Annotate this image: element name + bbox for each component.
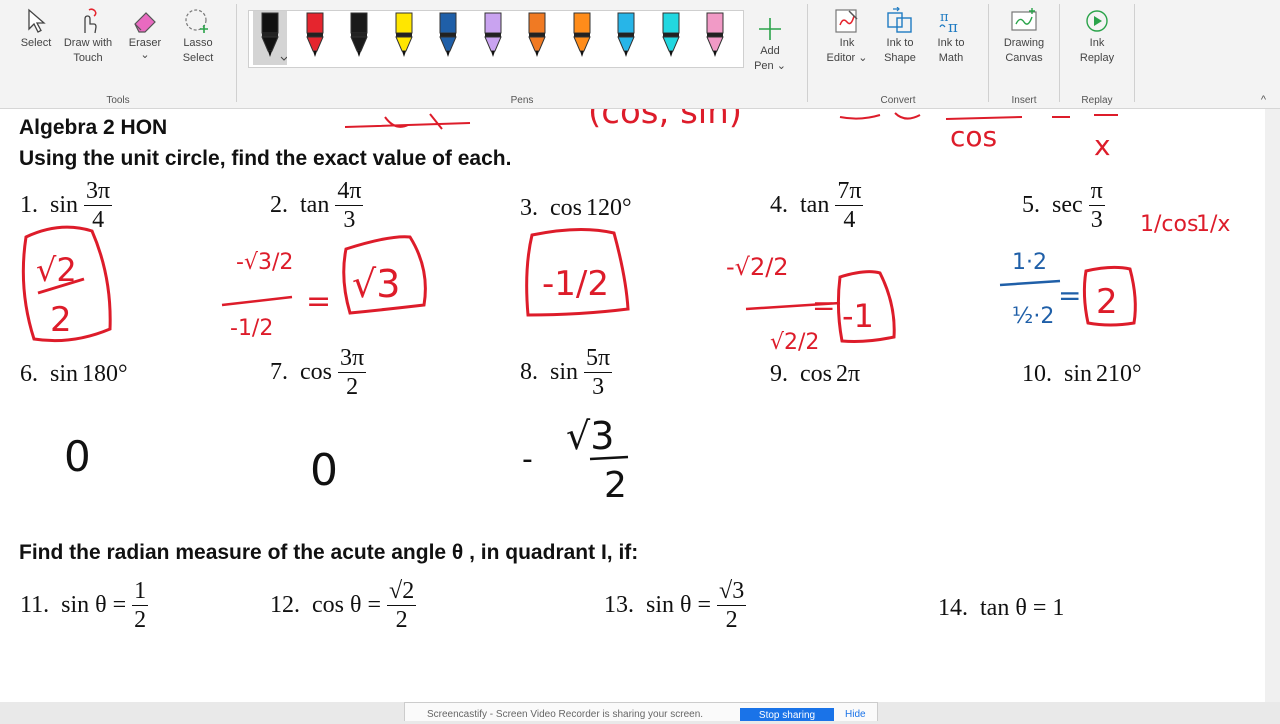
pen-icon xyxy=(394,12,413,57)
drawing-canvas-icon xyxy=(1011,8,1037,31)
pen-6-button[interactable] xyxy=(476,11,510,65)
lasso-icon xyxy=(185,9,208,33)
eraser-dropdown-caret[interactable]: ⌄ xyxy=(119,50,171,61)
stop-sharing-button[interactable]: Stop sharing xyxy=(740,708,834,721)
cursor-icon xyxy=(28,8,46,33)
eraser-icon xyxy=(134,12,156,33)
pen-icon xyxy=(305,12,324,57)
eraser-button[interactable]: Eraser ⌄ xyxy=(119,6,171,61)
pen-9-button[interactable] xyxy=(609,11,643,65)
hide-button[interactable]: Hide xyxy=(845,709,866,720)
pens-group-label: Pens xyxy=(510,95,534,106)
ink-replay-button[interactable]: Ink Replay xyxy=(1071,6,1123,66)
convert-group-label: Convert xyxy=(880,95,916,106)
answer-2-work-top: -√3/2 xyxy=(236,250,293,275)
insert-group-label: Insert xyxy=(1011,95,1037,106)
answer-5-work-top: 1·2 xyxy=(1012,250,1047,275)
answer-4-equals: = xyxy=(812,289,835,322)
ink-top-x: x xyxy=(1094,129,1111,162)
ink-layer[interactable]: (cos, sin) cos x √2 2 -√3/2 -1/2 = √3 -1… xyxy=(0,109,1265,702)
answer-5-equals: = xyxy=(1058,279,1081,312)
answer-1-denominator: 2 xyxy=(50,300,72,340)
answer-5-note-2: 1/x xyxy=(1196,212,1230,237)
answer-5-work-bottom: ½·2 xyxy=(1012,304,1054,329)
answer-8-denominator: 2 xyxy=(604,465,627,506)
pen-5-button[interactable] xyxy=(431,11,465,65)
answer-8-numerator: √3 xyxy=(566,414,614,458)
answer-5-value: 2 xyxy=(1096,282,1118,322)
plus-icon xyxy=(759,18,781,40)
add-pen-button[interactable]: Add Pen ⌄ xyxy=(744,14,796,74)
pen-icon xyxy=(617,12,635,57)
answer-2-equals: = xyxy=(306,284,331,319)
answer-2-value: √3 xyxy=(352,262,400,306)
pen-7-button[interactable] xyxy=(520,11,554,65)
drawing-canvas-button[interactable]: Drawing Canvas xyxy=(995,6,1053,66)
document-canvas[interactable]: Algebra 2 HON Using the unit circle, fin… xyxy=(0,109,1265,702)
pen-4-button[interactable] xyxy=(387,11,421,65)
pen-icon xyxy=(528,12,546,57)
pen-icon xyxy=(483,12,502,57)
tools-group: Select Draw with Touch Eraser ⌄ Lasso Se… xyxy=(0,0,236,108)
answer-5-note-1: 1/cos xyxy=(1140,212,1198,237)
pen-gallery xyxy=(248,10,744,68)
ink-editor-button[interactable]: Ink Editor ⌄ xyxy=(821,6,873,66)
lasso-select-button[interactable]: Lasso Select xyxy=(172,6,224,66)
answer-7-value: 0 xyxy=(310,445,338,496)
pen-icon xyxy=(572,12,591,57)
select-button[interactable]: Select xyxy=(10,6,62,51)
ink-editor-icon xyxy=(835,9,858,33)
answer-4-value: -1 xyxy=(842,297,874,335)
ink-to-shape-button[interactable]: Ink to Shape xyxy=(874,6,926,66)
svg-text:π: π xyxy=(948,18,958,35)
pen-3-button[interactable] xyxy=(342,11,376,65)
collapse-ribbon-button[interactable]: ^ xyxy=(1261,94,1266,106)
tools-group-label: Tools xyxy=(106,95,130,106)
ink-to-math-button[interactable]: ππ Ink to Math xyxy=(925,6,977,66)
notification-text: Screencastify - Screen Video Recorder is… xyxy=(427,709,704,720)
pen-icon xyxy=(661,12,680,57)
draw-with-touch-button[interactable]: Draw with Touch xyxy=(62,6,114,66)
pen-icon xyxy=(350,12,368,57)
separator xyxy=(1134,4,1135,102)
answer-4-work-bottom: √2/2 xyxy=(770,330,819,355)
pen-11-button[interactable] xyxy=(698,11,732,65)
ribbon: Select Draw with Touch Eraser ⌄ Lasso Se… xyxy=(0,0,1280,109)
replay-group-label: Replay xyxy=(1081,95,1113,106)
screen-share-notification: Screencastify - Screen Video Recorder is… xyxy=(404,702,878,721)
pen-icon xyxy=(439,12,457,57)
pen-8-button[interactable] xyxy=(565,11,599,65)
pen-10-button[interactable] xyxy=(654,11,688,65)
answer-3-value: -1/2 xyxy=(542,264,609,304)
ink-top-cos: cos xyxy=(950,120,997,153)
answer-4-work-top: -√2/2 xyxy=(726,253,789,281)
pen-icon xyxy=(706,12,724,57)
answer-8-sign: - xyxy=(522,442,533,477)
pen-1-button[interactable] xyxy=(253,11,288,65)
replay-icon xyxy=(1086,10,1108,32)
ink-to-math-icon: ππ xyxy=(939,10,958,35)
vertical-scrollbar[interactable] xyxy=(1265,109,1280,702)
touch-draw-icon xyxy=(84,8,97,34)
pen-2-button[interactable] xyxy=(298,11,332,65)
pen-icon xyxy=(261,12,288,61)
answer-2-work-bottom: -1/2 xyxy=(230,316,273,341)
answer-6-value: 0 xyxy=(64,432,91,481)
ink-to-shape-icon xyxy=(887,7,912,33)
ink-top-cos-sin: (cos, sin) xyxy=(588,109,742,132)
